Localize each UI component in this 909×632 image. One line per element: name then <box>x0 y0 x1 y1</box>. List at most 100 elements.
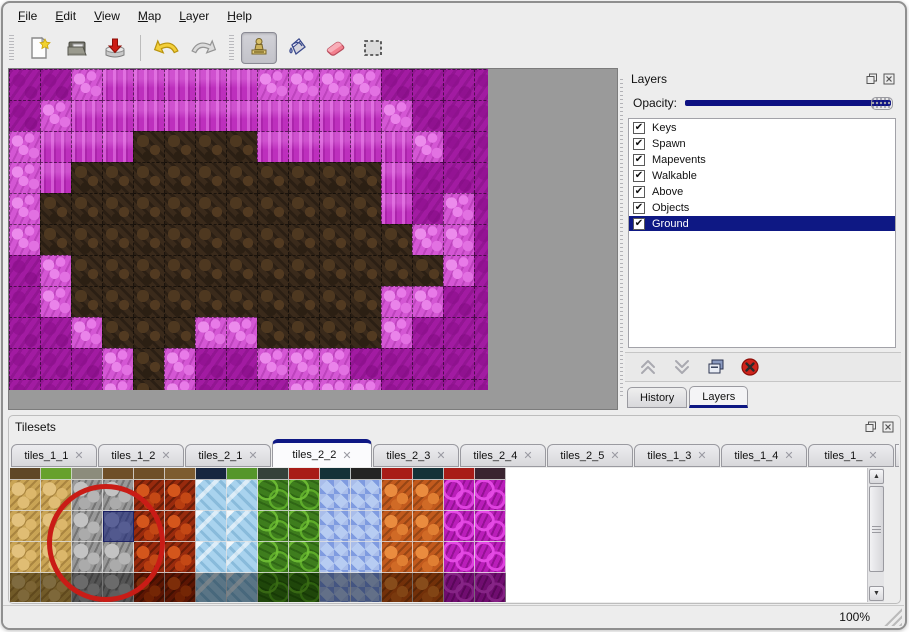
map-tile[interactable] <box>71 317 102 348</box>
dock-tab-layers[interactable]: Layers <box>689 386 748 408</box>
delete-layer-button[interactable] <box>739 356 761 378</box>
close-panel-icon[interactable] <box>882 72 895 85</box>
move-layer-up-button[interactable] <box>637 356 659 378</box>
map-tile[interactable] <box>412 255 443 286</box>
map-tile[interactable] <box>257 100 288 131</box>
map-tile[interactable] <box>226 224 257 255</box>
map-tile[interactable] <box>133 69 164 100</box>
map-tile[interactable] <box>381 348 412 379</box>
tileset-tile[interactable] <box>196 542 227 573</box>
map-tile[interactable] <box>381 193 412 224</box>
float-panel-icon[interactable] <box>865 72 878 85</box>
fill-tool-button[interactable] <box>279 32 315 64</box>
map-tile[interactable] <box>412 131 443 162</box>
map-tile[interactable] <box>288 162 319 193</box>
map-tile[interactable] <box>319 224 350 255</box>
map-tile[interactable] <box>9 379 40 390</box>
map-tile[interactable] <box>164 100 195 131</box>
tileset-tile[interactable] <box>196 573 227 602</box>
map-tile[interactable] <box>257 348 288 379</box>
map-tile[interactable] <box>319 193 350 224</box>
tileset-tile-partial[interactable] <box>475 468 506 480</box>
map-tile[interactable] <box>350 286 381 317</box>
opacity-slider[interactable] <box>685 96 893 110</box>
tileset-tile-partial[interactable] <box>227 468 258 480</box>
tileset-tile[interactable] <box>258 573 289 602</box>
map-tile[interactable] <box>133 255 164 286</box>
map-tile[interactable] <box>133 193 164 224</box>
tileset-tile[interactable] <box>227 480 258 511</box>
map-tile[interactable] <box>102 131 133 162</box>
menu-item-help[interactable]: Help <box>218 6 261 26</box>
scrollbar-down-button[interactable]: ▼ <box>869 586 884 601</box>
map-tile[interactable] <box>257 131 288 162</box>
stamp-tool-button[interactable] <box>241 32 277 64</box>
map-tile[interactable] <box>102 69 133 100</box>
map-tile[interactable] <box>195 317 226 348</box>
tileset-tile[interactable] <box>475 542 506 573</box>
map-tile[interactable] <box>257 162 288 193</box>
tileset-tile-partial[interactable] <box>258 468 289 480</box>
map-tile[interactable] <box>319 379 350 390</box>
tileset-tile[interactable] <box>320 573 351 602</box>
map-tile[interactable] <box>133 162 164 193</box>
move-layer-down-button[interactable] <box>671 356 693 378</box>
close-tab-icon[interactable]: ✕ <box>161 449 170 462</box>
tileset-tab-tiles_2_4[interactable]: tiles_2_4✕ <box>460 444 546 467</box>
map-tile[interactable] <box>288 131 319 162</box>
map-tile[interactable] <box>474 317 488 348</box>
tileset-tile[interactable] <box>289 573 320 602</box>
map-tile[interactable] <box>164 379 195 390</box>
map-tile[interactable] <box>474 224 488 255</box>
map-tile[interactable] <box>164 286 195 317</box>
map-tile[interactable] <box>195 379 226 390</box>
tileset-tab-tiles_1_3[interactable]: tiles_1_3✕ <box>634 444 720 467</box>
map-tile[interactable] <box>350 379 381 390</box>
map-tile[interactable] <box>288 69 319 100</box>
tileset-tile[interactable] <box>289 542 320 573</box>
map-tile[interactable] <box>412 348 443 379</box>
float-tilesets-icon[interactable] <box>864 420 877 433</box>
layer-visibility-checkbox[interactable]: ✔ <box>633 138 645 150</box>
map-tile[interactable] <box>71 379 102 390</box>
map-tile[interactable] <box>412 286 443 317</box>
map-tile[interactable] <box>350 255 381 286</box>
tileset-tile-partial[interactable] <box>72 468 103 480</box>
tileset-tile[interactable] <box>351 542 382 573</box>
map-tile[interactable] <box>195 224 226 255</box>
layer-row-objects[interactable]: ✔Objects <box>629 200 895 215</box>
map-tile[interactable] <box>226 317 257 348</box>
map-tile[interactable] <box>195 100 226 131</box>
map-tile[interactable] <box>443 131 474 162</box>
map-tile[interactable] <box>71 224 102 255</box>
map-tile[interactable] <box>288 286 319 317</box>
tileset-tile[interactable] <box>382 480 413 511</box>
tileset-scrollbar[interactable]: ▲ ▼ <box>867 468 884 602</box>
map-tile[interactable] <box>350 317 381 348</box>
map-tile[interactable] <box>102 379 133 390</box>
toolbar-grip-2[interactable] <box>229 35 234 61</box>
map-tile[interactable] <box>40 162 71 193</box>
map-tile[interactable] <box>102 255 133 286</box>
redo-button[interactable] <box>186 32 222 64</box>
close-tab-icon[interactable]: ✕ <box>74 449 83 462</box>
tileset-tile[interactable] <box>382 542 413 573</box>
menu-item-file[interactable]: File <box>9 6 46 26</box>
map-tile[interactable] <box>71 131 102 162</box>
map-tile[interactable] <box>319 286 350 317</box>
new-map-button[interactable] <box>21 32 57 64</box>
close-tab-icon[interactable]: ✕ <box>868 449 877 462</box>
layer-visibility-checkbox[interactable]: ✔ <box>633 170 645 182</box>
tileset-tile[interactable] <box>289 480 320 511</box>
opacity-slider-handle[interactable] <box>871 97 893 110</box>
tileset-tab-tiles_2_2[interactable]: tiles_2_2✕ <box>272 439 372 467</box>
map-tile[interactable] <box>288 100 319 131</box>
map-tile[interactable] <box>381 255 412 286</box>
map-tile[interactable] <box>474 286 488 317</box>
map-tile[interactable] <box>9 193 40 224</box>
map-tile[interactable] <box>257 317 288 348</box>
map-tile[interactable] <box>164 317 195 348</box>
map-tile[interactable] <box>226 100 257 131</box>
map-tile[interactable] <box>164 69 195 100</box>
menu-item-map[interactable]: Map <box>129 6 170 26</box>
